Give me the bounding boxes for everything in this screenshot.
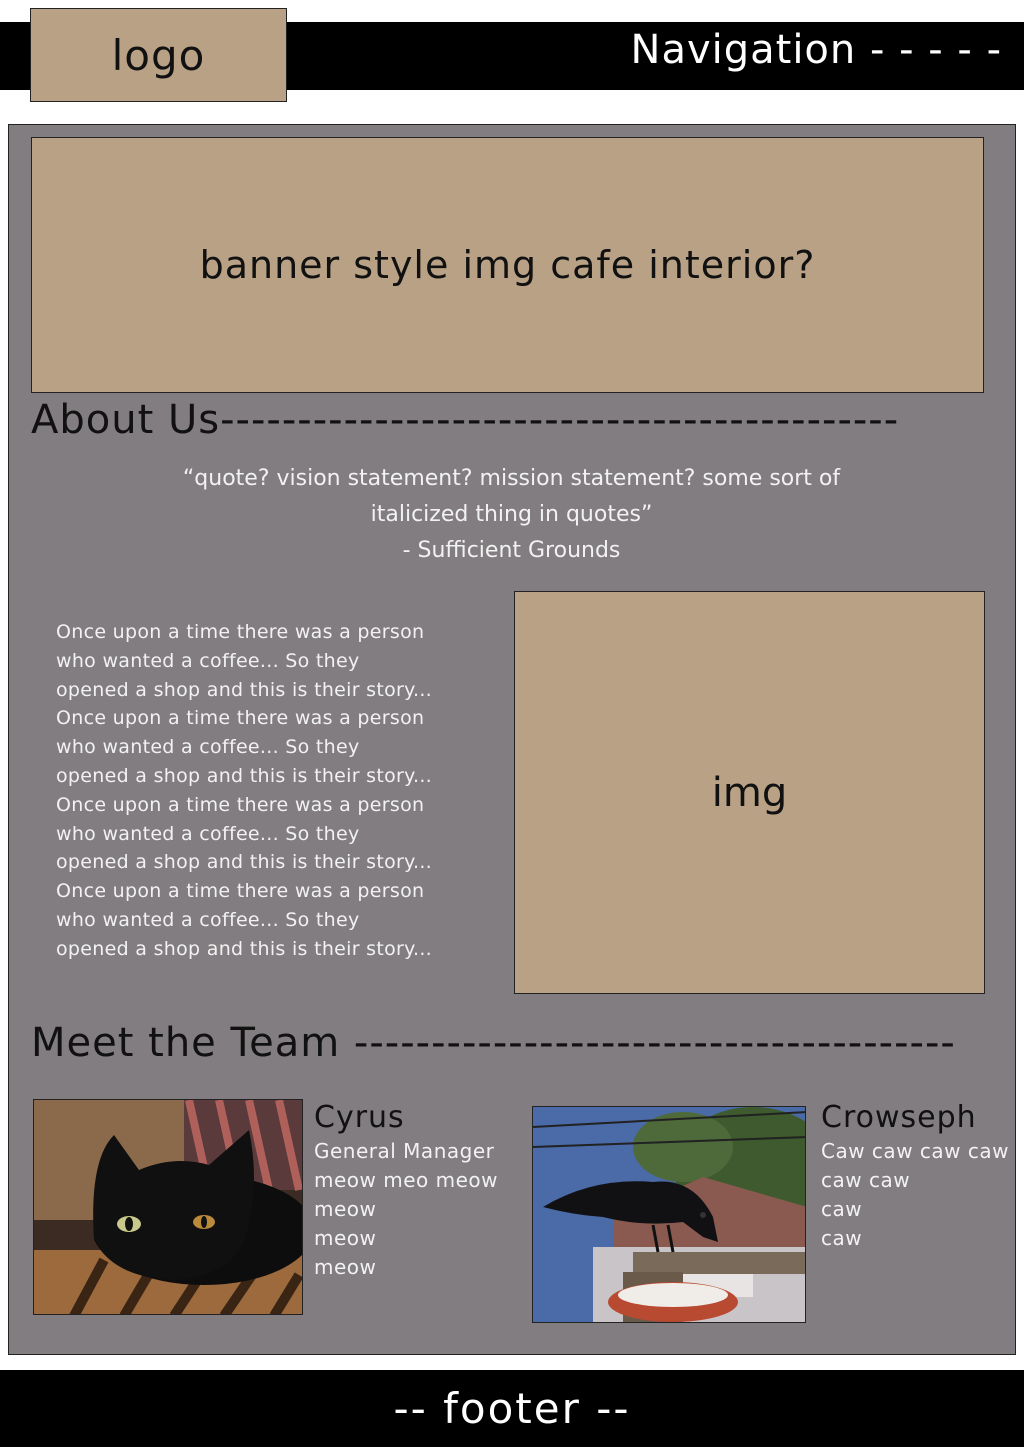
about-us-heading: About Us--------------------------------… [31, 397, 900, 443]
banner-image-placeholder: banner style img cafe interior? [31, 137, 984, 393]
story-line: who wanted a coffee... So they [56, 736, 360, 759]
footer-label: -- footer -- [393, 1384, 631, 1433]
member-name: Crowseph [821, 1100, 977, 1135]
member-line: caw caw [821, 1168, 911, 1192]
quote-attribution: - Sufficient Grounds [402, 538, 621, 563]
banner-label: banner style img cafe interior? [199, 243, 816, 287]
member-name: Cyrus [314, 1100, 405, 1135]
story-line: Once upon a time there was a person [56, 707, 425, 730]
member-line: caw [821, 1197, 863, 1221]
story-line: who wanted a coffee... So they [56, 649, 360, 672]
about-image-label: img [711, 769, 788, 816]
story-line: Once upon a time there was a person [56, 793, 425, 816]
mission-quote: “quote? vision statement? mission statem… [109, 461, 914, 569]
story-line: opened a shop and this is their story... [56, 678, 433, 701]
member-line: meow [314, 1255, 377, 1279]
member-description: Caw caw caw caw caw caw caw caw [821, 1137, 1009, 1253]
story-line: opened a shop and this is their story... [56, 851, 433, 874]
member-line: meow meo meow [314, 1168, 498, 1192]
member-line: meow [314, 1226, 377, 1250]
member-line: meow [314, 1197, 377, 1221]
about-image-placeholder: img [514, 591, 985, 994]
navigation-placeholder[interactable]: Navigation - - - - - [631, 27, 1002, 73]
story-line: Once upon a time there was a person [56, 621, 425, 643]
story-line: opened a shop and this is their story... [56, 764, 433, 787]
crow-photo [532, 1106, 806, 1323]
member-line: caw [821, 1226, 863, 1250]
quote-line-2: italicized thing in quotes” [370, 502, 653, 527]
black-cat-photo [33, 1099, 303, 1315]
logo-placeholder[interactable]: logo [30, 8, 287, 102]
footer: -- footer -- [0, 1370, 1024, 1447]
member-description: General Manager meow meo meow meow meow … [314, 1137, 498, 1282]
meet-the-team-heading: Meet the Team --------------------------… [31, 1020, 956, 1066]
member-line: Caw caw caw caw [821, 1139, 1009, 1163]
member-role: General Manager [314, 1139, 495, 1163]
main-content: banner style img cafe interior? About Us… [8, 124, 1016, 1355]
story-line: Once upon a time there was a person [56, 880, 425, 903]
story-line: opened a shop and this is their story... [56, 937, 433, 960]
logo-label: logo [111, 30, 206, 80]
quote-line-1: “quote? vision statement? mission statem… [182, 466, 841, 491]
story-line: who wanted a coffee... So they [56, 822, 360, 845]
story-line: who wanted a coffee... So they [56, 908, 360, 931]
about-story-text: Once upon a time there was a person who … [56, 618, 456, 964]
